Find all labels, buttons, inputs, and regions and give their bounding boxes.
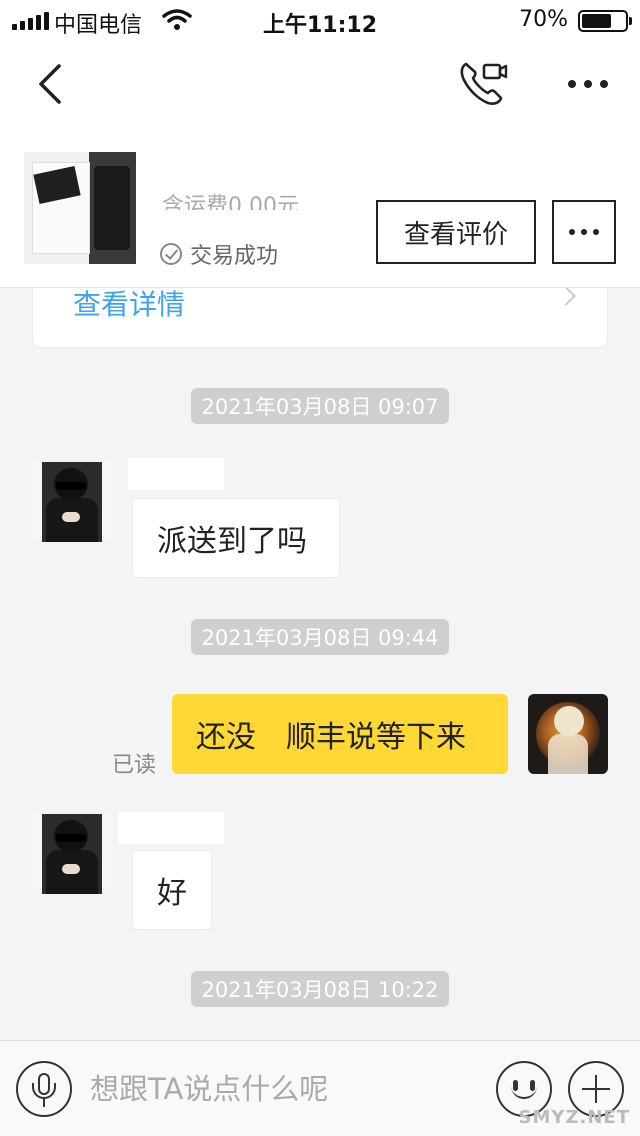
wifi-icon [162,9,192,30]
dot [593,229,599,235]
message-bubble[interactable]: 还没 顺丰说等下来 [172,694,508,774]
back-button[interactable] [30,60,70,108]
message-input-bar: SMYZ.NET [0,1040,640,1136]
timestamp: 2021年03月08日 09:07 [0,388,640,424]
message-bubble[interactable]: 好 [132,850,212,930]
phone-video-icon [460,62,508,105]
dot [569,229,575,235]
dot [568,80,576,88]
status-bar: 中国电信 上午11:12 70% [0,0,640,40]
view-details-link[interactable]: 查看详情 [73,283,185,323]
chevron-left-icon [39,64,61,104]
product-card: 含运费0.00元 交易成功 查看评价 [0,130,640,288]
message-input[interactable] [90,1061,480,1117]
dot [581,229,587,235]
more-options-button[interactable] [560,62,616,106]
voice-input-button[interactable] [16,1061,72,1117]
dot [600,80,608,88]
product-image[interactable] [24,152,136,264]
battery-percent: 70% [519,7,568,32]
dot [584,80,592,88]
read-status: 已读 [112,753,157,778]
price-text: 含运费0.00元 [162,194,299,210]
avatar[interactable] [32,814,112,894]
chevron-right-icon [556,286,576,306]
sender-name-redacted [128,458,224,490]
view-review-button[interactable]: 查看评价 [376,200,536,264]
trade-status-label: 交易成功 [190,244,279,269]
carrier-label: 中国电信 [54,13,143,38]
avatar[interactable] [528,694,608,774]
check-circle-icon [160,243,182,265]
battery-icon [578,10,632,32]
timestamp: 2021年03月08日 10:22 [0,971,640,1007]
sender-name-redacted [118,812,224,844]
signal-strength-icon [12,12,49,30]
product-more-button[interactable] [552,200,616,264]
timestamp: 2021年03月08日 09:44 [0,619,640,655]
message-bubble[interactable]: 派送到了吗 [132,498,340,578]
timestamp-label: 2021年03月08日 09:44 [191,619,449,655]
nav-bar [0,40,640,130]
avatar[interactable] [32,462,112,542]
timestamp-label: 2021年03月08日 09:07 [191,388,449,424]
watermark: SMYZ.NET [518,1107,630,1128]
trade-status: 交易成功 [160,238,278,270]
timestamp-label: 2021年03月08日 10:22 [191,971,449,1007]
call-button[interactable] [456,58,512,108]
